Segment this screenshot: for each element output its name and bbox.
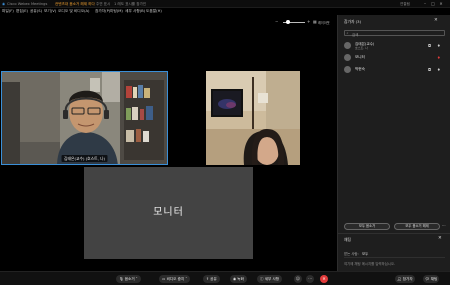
maximize-icon[interactable]: □ — [430, 1, 436, 6]
panel-divider — [338, 233, 450, 234]
menu-share[interactable]: 공유(S) — [30, 9, 42, 14]
participant-name: 모니터 — [355, 55, 365, 59]
menu-details[interactable]: 세부 사항(B) — [125, 9, 145, 14]
record-icon: ◉ — [233, 277, 237, 281]
participant-row[interactable]: 모니터 ♦ — [344, 52, 445, 63]
microphone-icon[interactable]: ♦ — [437, 43, 441, 48]
people-icon: 👤︎ — [397, 277, 402, 281]
avatar — [344, 66, 351, 73]
participant-row[interactable]: 박현숙 ◘ ♦ — [344, 64, 445, 75]
meeting-title: 컨텐츠대 음소거 해제 하다 — [55, 1, 95, 6]
video-icon[interactable]: ◘ — [428, 67, 431, 72]
search-placeholder: 검색 — [352, 32, 359, 37]
chat-placeholder: 여기에 채팅 메시지를 입력하십시오. — [344, 262, 396, 266]
unmute-all-button[interactable]: 모두 음소거 해제 — [394, 223, 440, 230]
participants-panel-title: 참가자 (3) — [344, 19, 362, 24]
stop-video-label: 비디오 중지 — [166, 277, 185, 281]
menu-file[interactable]: 파일(F) — [2, 9, 14, 14]
mute-all-button[interactable]: 모두 음소거 — [344, 223, 390, 230]
layout-label[interactable]: 레이아웃 — [318, 20, 330, 25]
mute-label: 음소거 — [124, 277, 135, 281]
microphone-icon: 🎙︎ — [119, 277, 124, 281]
host-name-tag: 김태은(교수) (호스트, 나) — [61, 155, 108, 162]
details-button[interactable]: ⓘ 세부 사항 — [257, 275, 283, 283]
monitor-name-label: 모니터 — [153, 207, 184, 218]
menu-audio-video[interactable]: 오디오 및 비디오(A) — [58, 9, 90, 14]
app-title: Cisco Webex Meetings — [7, 1, 48, 6]
participants-panel: 참가자 (3) ✕ ⌕ 검색 김태은(교수) 호스트, 나 ◘ ♦ 모니터 ♦ … — [337, 15, 450, 271]
participant-video-feed — [206, 71, 300, 165]
more-options-icon[interactable]: ⋯ — [442, 223, 446, 228]
video-tile-monitor[interactable]: 모니터 — [84, 167, 253, 259]
video-tile-participant[interactable] — [206, 71, 300, 165]
webex-logo-icon: ◉ — [2, 1, 6, 6]
camera-icon: ▭ — [162, 277, 166, 281]
participant-row[interactable]: 김태은(교수) 호스트, 나 ◘ ♦ — [344, 40, 445, 51]
menu-edit[interactable]: 편집(E) — [16, 9, 28, 14]
meeting-toolbar: 🎙︎ 음소거 ˅ ▭ 비디오 중지 ˅ ⇪ 공유 ◉ 녹화 ⓘ 세부 사항 ☺ … — [0, 271, 450, 285]
stop-video-button[interactable]: ▭ 비디오 중지 ˅ — [159, 275, 191, 283]
microphone-muted-icon[interactable]: ♦ — [437, 55, 441, 60]
record-button[interactable]: ◉ 녹화 — [230, 275, 247, 283]
chat-compose: 받는 사람: 모두 여기에 채팅 메시지를 입력하십시오. — [338, 250, 450, 271]
chat-toggle-button[interactable]: 💬︎ 채팅 — [423, 275, 440, 283]
share-icon: ⇪ — [206, 277, 210, 281]
search-icon: ⌕ — [346, 31, 349, 35]
chat-input[interactable]: 여기에 채팅 메시지를 입력하십시오. — [344, 257, 445, 267]
end-meeting-icon[interactable]: ✕ — [320, 275, 328, 283]
close-icon[interactable]: ✕ — [438, 1, 444, 6]
zoom-in-icon[interactable]: + — [307, 19, 310, 24]
notice-label: 1 래도 표시를 참가인 — [114, 1, 147, 6]
chevron-down-icon: ˅ — [185, 277, 188, 281]
details-label: 세부 사항 — [264, 277, 280, 281]
menu-participant[interactable]: 참가자(P) — [95, 9, 110, 14]
chat-toggle-label: 채팅 — [430, 277, 438, 281]
participant-role: 호스트, 나 — [355, 46, 368, 50]
avatar — [344, 54, 351, 61]
menu-meeting[interactable]: 미팅(M) — [110, 9, 123, 14]
participant-name: 박현숙 — [355, 67, 365, 71]
menu-bar: 파일(F) 편집(E) 공유(S) 보기(V) 오디오 및 비디오(A) 참가자… — [0, 8, 340, 15]
chevron-down-icon: ˅ — [135, 277, 138, 281]
info-icon: ⓘ — [260, 277, 264, 281]
mute-button[interactable]: 🎙︎ 음소거 ˅ — [116, 275, 141, 283]
zoom-control[interactable]: − + ▦ 레이아웃 — [273, 19, 333, 26]
share-label: 공유 — [210, 277, 217, 281]
zoom-out-icon[interactable]: − — [275, 19, 278, 24]
title-bar: ◉ Cisco Webex Meetings 컨텐츠대 음소거 해제 하다 주연… — [0, 0, 450, 8]
participant-search-input[interactable]: ⌕ 검색 — [344, 30, 445, 37]
record-label: 녹화 — [237, 277, 244, 281]
video-icon[interactable]: ◘ — [428, 43, 431, 48]
menu-help[interactable]: 도움말(H) — [146, 9, 162, 14]
video-tile-host[interactable]: 김태은(교수) (호스트, 나) — [1, 71, 168, 165]
host-video-feed — [2, 72, 167, 164]
video-stage: 김태은(교수) (호스트, 나) 모니터 − + ▦ 레이아웃 — [0, 15, 336, 271]
avatar — [344, 42, 351, 49]
share-button[interactable]: ⇪ 공유 — [203, 275, 220, 283]
panel-close-icon[interactable]: ✕ — [434, 18, 438, 23]
chat-close-icon[interactable]: ✕ — [438, 236, 442, 241]
participants-toggle-button[interactable]: 👤︎ 참가자 — [395, 275, 415, 283]
chat-panel-title: 채팅 — [344, 237, 351, 242]
chat-recipient-select[interactable]: 모두 — [362, 251, 368, 256]
menu-view[interactable]: 보기(V) — [44, 9, 56, 14]
zoom-slider-knob[interactable] — [286, 20, 290, 25]
reactions-icon[interactable]: ☺ — [294, 275, 302, 283]
more-options-icon[interactable]: ⋯ — [306, 275, 314, 283]
main-view-label[interactable]: 주연 표시 — [96, 2, 110, 7]
chat-icon: 💬︎ — [425, 277, 430, 281]
connection-status: 연결됨 — [400, 1, 410, 6]
minimize-icon[interactable]: – — [422, 1, 428, 6]
microphone-icon[interactable]: ♦ — [437, 67, 441, 72]
chat-to-label: 받는 사람: — [344, 252, 359, 256]
participants-toggle-label: 참가자 — [402, 277, 413, 281]
layout-icon[interactable]: ▦ — [313, 19, 317, 24]
